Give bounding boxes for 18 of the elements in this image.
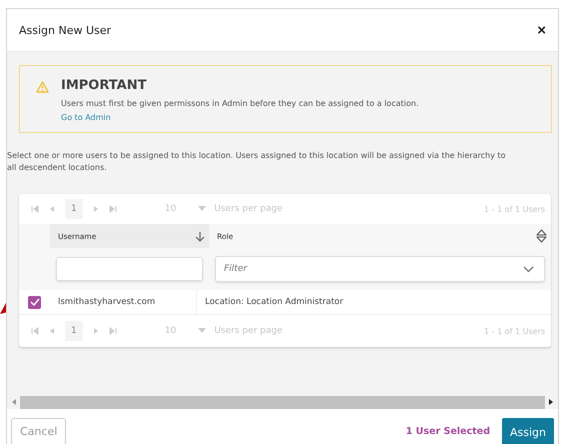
per-page-label: Users per page xyxy=(214,326,283,336)
cancel-button[interactable]: Cancel xyxy=(11,418,66,444)
close-button[interactable]: × xyxy=(537,22,546,38)
notice-message: Users must first be given permissons in Admin before they can be assigned to a location. xyxy=(61,99,419,108)
page-number[interactable]: 1 xyxy=(65,199,83,219)
pager-summary: 1 - 1 of 1 Users xyxy=(484,326,545,336)
page-number[interactable]: 1 xyxy=(65,321,83,341)
notice-title: IMPORTANT xyxy=(61,78,148,93)
pager-summary: 1 - 1 of 1 Users xyxy=(484,204,545,214)
description-text: Select one or more users to be assigned to this location. Users assigned to this location will be assigned via the hierarchy to all descendent locations. xyxy=(7,150,507,174)
table-cell: lsmithastyharvest.com xyxy=(58,297,156,307)
per-page-label: Users per page xyxy=(214,204,283,214)
table-cell: Location: Location Administrator xyxy=(205,297,344,307)
dialog-title: Assign New User xyxy=(19,24,112,36)
assign-button[interactable]: Assign xyxy=(502,418,554,444)
filter-dropdown[interactable]: Filter xyxy=(215,256,545,282)
admin-link[interactable]: Go to Admin xyxy=(61,113,419,122)
selection-count: 1 User Selected xyxy=(406,426,490,436)
